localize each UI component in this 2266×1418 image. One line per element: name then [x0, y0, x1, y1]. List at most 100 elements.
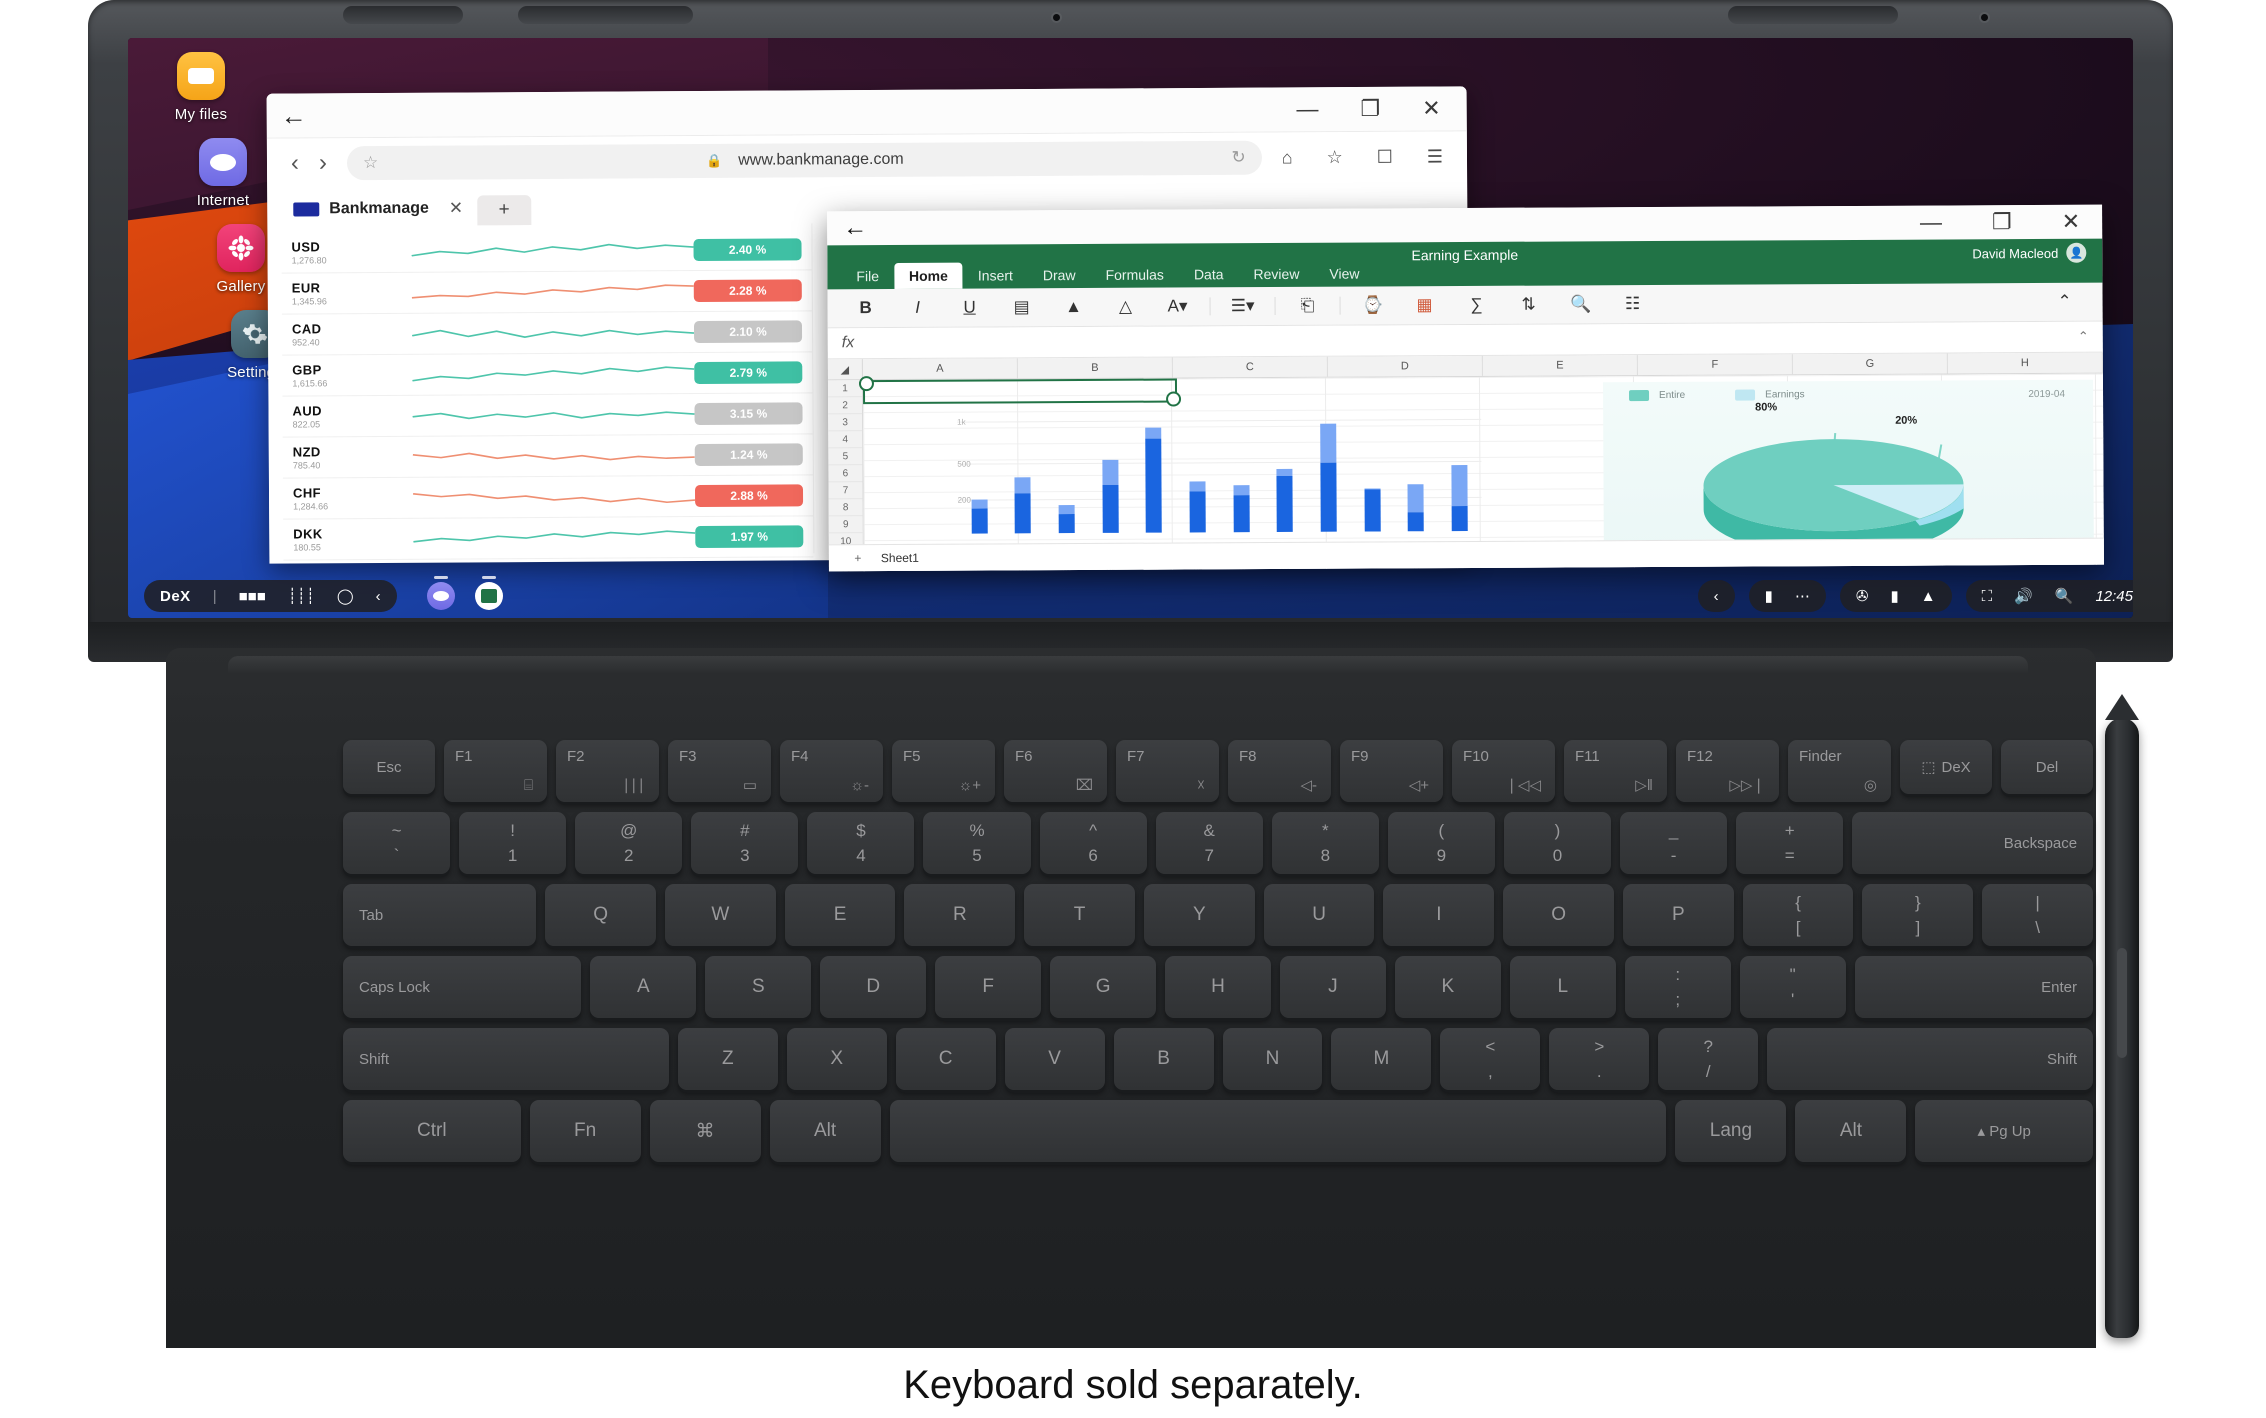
sort-filter-icon[interactable]: ⇅ [1503, 295, 1555, 315]
tab-draw[interactable]: Draw [1028, 262, 1091, 288]
tray-back-icon[interactable]: ‹ [1714, 589, 1719, 604]
recents-icon[interactable]: ┊┊┊ [288, 589, 315, 604]
back-arrow-icon[interactable]: ← [843, 214, 867, 241]
collapse-icon[interactable]: ⌃ [2039, 292, 2091, 312]
italic-button[interactable]: I [892, 298, 944, 318]
selection-handle-start[interactable] [858, 376, 875, 392]
key-z[interactable]: Z [677, 1028, 778, 1090]
key-f11[interactable]: F11 ▷‖ [1564, 740, 1667, 802]
table-row[interactable]: CAD 952.40 2.10 % [281, 311, 813, 356]
number-format-icon[interactable]: ⌚ [1347, 295, 1399, 315]
address-bar[interactable]: ☆ 🔒 www.bankmanage.com ↻ [346, 140, 1262, 181]
column-header-c[interactable]: C [1172, 356, 1328, 378]
key-f9[interactable]: F9 ◁+ [1340, 740, 1443, 802]
bookmark-icon[interactable]: ☆ [1326, 147, 1342, 168]
key-alt-right[interactable]: Alt [1795, 1100, 1907, 1162]
key-f7[interactable]: F7 ☓ [1116, 740, 1219, 802]
key-backtick[interactable]: ~ ` [343, 812, 451, 874]
key-fn[interactable]: Fn [529, 1100, 641, 1162]
tab-close-icon[interactable]: ✕ [449, 198, 463, 218]
key-5[interactable]: % 5 [923, 812, 1031, 874]
nav-forward-icon[interactable]: › [319, 149, 327, 177]
key-i[interactable]: I [1383, 884, 1495, 946]
key-1[interactable]: ! 1 [459, 812, 567, 874]
column-header-b[interactable]: B [1017, 357, 1173, 379]
wifi-icon[interactable]: ✇ [1856, 589, 1869, 604]
font-color-icon[interactable]: A▾ [1152, 296, 1204, 316]
key-slash[interactable]: ? / [1658, 1028, 1759, 1090]
tab-bankmanage[interactable]: Bankmanage ✕ [279, 191, 478, 227]
reload-icon[interactable]: ↻ [1231, 148, 1245, 168]
close-button[interactable]: ✕ [2062, 209, 2081, 234]
key-f3[interactable]: F3 ▭ [668, 740, 771, 802]
key-f6[interactable]: F6 ⌧ [1004, 740, 1107, 802]
select-all-corner[interactable]: ◢ [827, 359, 863, 380]
key-dex[interactable]: ⬚ DeX [1900, 740, 1992, 794]
table-icon[interactable]: ☷ [1607, 294, 1659, 314]
more-icon[interactable]: ⋯ [1795, 589, 1810, 604]
autosum-icon[interactable]: ∑ [1451, 295, 1503, 315]
home-icon[interactable]: ⌂ [1282, 147, 1293, 168]
row-header[interactable]: 6 [828, 465, 863, 483]
key-n[interactable]: N [1222, 1028, 1323, 1090]
key-c[interactable]: C [895, 1028, 996, 1090]
key-8[interactable]: * 8 [1271, 812, 1379, 874]
column-header-h[interactable]: H [1947, 352, 2103, 374]
key-6[interactable]: ^ 6 [1039, 812, 1147, 874]
key-page-up[interactable]: ▴ Pg Up [1915, 1100, 2093, 1162]
key-b[interactable]: B [1113, 1028, 1214, 1090]
key-period[interactable]: >. [1549, 1028, 1650, 1090]
table-row[interactable]: USD 1,276.80 2.40 % [281, 229, 812, 274]
desktop-icon-internet[interactable]: Internet [178, 138, 268, 209]
key-f8[interactable]: F8 ◁- [1228, 740, 1331, 802]
downloads-icon[interactable]: ☐ [1377, 146, 1393, 167]
column-header-a[interactable]: A [862, 358, 1018, 380]
selection-handle-end[interactable] [1166, 391, 1182, 407]
key-f1[interactable]: F1 ⌸ [444, 740, 547, 802]
maximize-button[interactable]: ❐ [1360, 96, 1380, 121]
key-k[interactable]: K [1394, 956, 1501, 1018]
key-del[interactable]: Del [2001, 740, 2093, 794]
table-row[interactable]: CHF 1,284.66 2.88 % [282, 475, 814, 520]
key-shift-right[interactable]: Shift [1767, 1028, 2093, 1090]
key-minus[interactable]: _ - [1620, 812, 1728, 874]
key-finder[interactable]: Finder ◎ [1788, 740, 1891, 802]
table-row[interactable]: NZD 785.40 1.24 % [282, 434, 813, 479]
key-v[interactable]: V [1004, 1028, 1105, 1090]
key-t[interactable]: T [1024, 884, 1135, 946]
key-cmd[interactable]: ⌘ [649, 1100, 761, 1162]
key-esc[interactable]: Esc [343, 740, 435, 794]
find-icon[interactable]: 🔍 [1555, 294, 1607, 314]
key-ctrl[interactable]: Ctrl [343, 1100, 521, 1162]
conditional-format-icon[interactable]: ▦ [1399, 295, 1451, 315]
key-bracket-right[interactable]: }] [1862, 884, 1974, 946]
key-0[interactable]: ) 0 [1503, 812, 1612, 874]
column-header-d[interactable]: D [1327, 355, 1483, 377]
key-h[interactable]: H [1165, 956, 1271, 1018]
maximize-button[interactable]: ❐ [1992, 209, 2012, 234]
cell-selection[interactable] [858, 376, 1182, 407]
text-highlight-icon[interactable]: △ [1100, 297, 1152, 317]
account-info[interactable]: David Macleod 👤 [1972, 242, 2087, 264]
key-4[interactable]: $4 [807, 812, 915, 874]
key-f12[interactable]: F12 ▷▷❘ [1676, 740, 1779, 802]
key-o[interactable]: O [1503, 884, 1614, 946]
key-backslash[interactable]: | \ [1982, 884, 2093, 946]
table-row[interactable]: GBP 1,615.66 2.79 % [282, 352, 813, 397]
back-icon[interactable]: ‹ [376, 589, 381, 604]
key-w[interactable]: W [664, 884, 776, 946]
formula-expand-icon[interactable]: ⌃ [2078, 329, 2089, 345]
key-f10[interactable]: F10 ❘◁◁ [1452, 740, 1555, 802]
key-equals[interactable]: + = [1736, 812, 1844, 874]
new-tab-button[interactable]: + [477, 195, 532, 226]
battery-icon[interactable]: ▮ [1890, 589, 1898, 604]
tab-insert[interactable]: Insert [963, 262, 1028, 288]
row-header[interactable]: 2 [828, 397, 863, 415]
key-f5[interactable]: F5 ☼+ [892, 740, 995, 802]
expand-icon[interactable]: ▲ [1921, 589, 1936, 604]
tab-home[interactable]: Home [893, 262, 963, 289]
align-icon[interactable]: ☰▾ [1217, 296, 1269, 316]
key-2[interactable]: @2 [575, 812, 683, 874]
key-p[interactable]: P [1622, 884, 1734, 946]
search-icon[interactable]: 🔍 [2055, 589, 2074, 604]
